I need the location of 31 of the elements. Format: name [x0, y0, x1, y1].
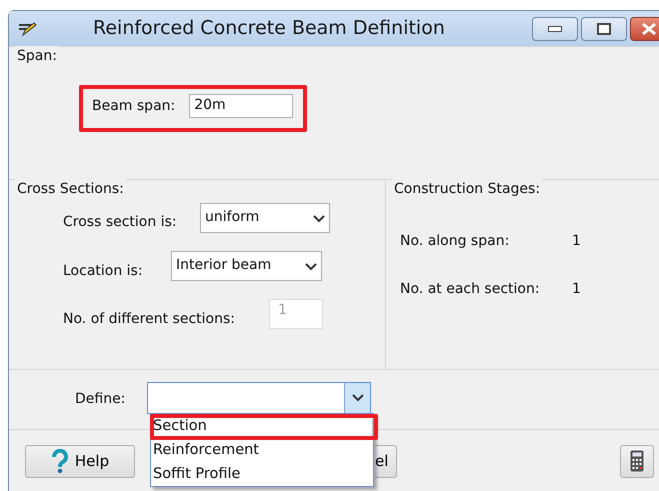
dropdown-option[interactable]: Soffit Profile	[151, 462, 373, 486]
value-text: 1	[572, 232, 581, 251]
close-button[interactable]	[630, 16, 659, 40]
calculator-icon	[630, 450, 644, 472]
chevron-icon	[313, 215, 325, 223]
help-button[interactable]: Help	[25, 444, 135, 478]
question-icon	[50, 449, 69, 473]
dialog-button[interactable]: el	[375, 444, 397, 478]
field-label: No. along span:	[400, 232, 510, 251]
dropdown[interactable]: uniform	[200, 203, 330, 233]
dropdown[interactable]	[147, 382, 372, 414]
close-icon	[641, 22, 657, 36]
minimize-icon	[548, 26, 562, 32]
field-label: Location is:	[63, 262, 144, 280]
minimize-button[interactable]	[532, 16, 578, 40]
value-text: 1	[572, 280, 581, 299]
chevron-icon	[352, 394, 364, 402]
input-field[interactable]: 20m	[189, 94, 294, 118]
dropdown-option[interactable]: Reinforcement	[151, 438, 373, 462]
field-label: No. of different sections:	[63, 310, 236, 328]
maximize-button[interactable]	[581, 16, 627, 40]
calculator-button[interactable]	[620, 444, 654, 478]
field-label: Define:	[75, 390, 126, 409]
field-label: Beam span:	[92, 96, 176, 116]
window-title: Reinforced Concrete Beam Definition	[93, 16, 446, 42]
field-label: No. at each section:	[400, 280, 541, 299]
chevron-icon	[305, 263, 317, 271]
maximize-icon	[597, 22, 611, 34]
dropdown[interactable]: Interior beam	[171, 251, 322, 281]
field-label: Cross section is:	[63, 212, 178, 232]
pencil-icon	[17, 20, 37, 36]
